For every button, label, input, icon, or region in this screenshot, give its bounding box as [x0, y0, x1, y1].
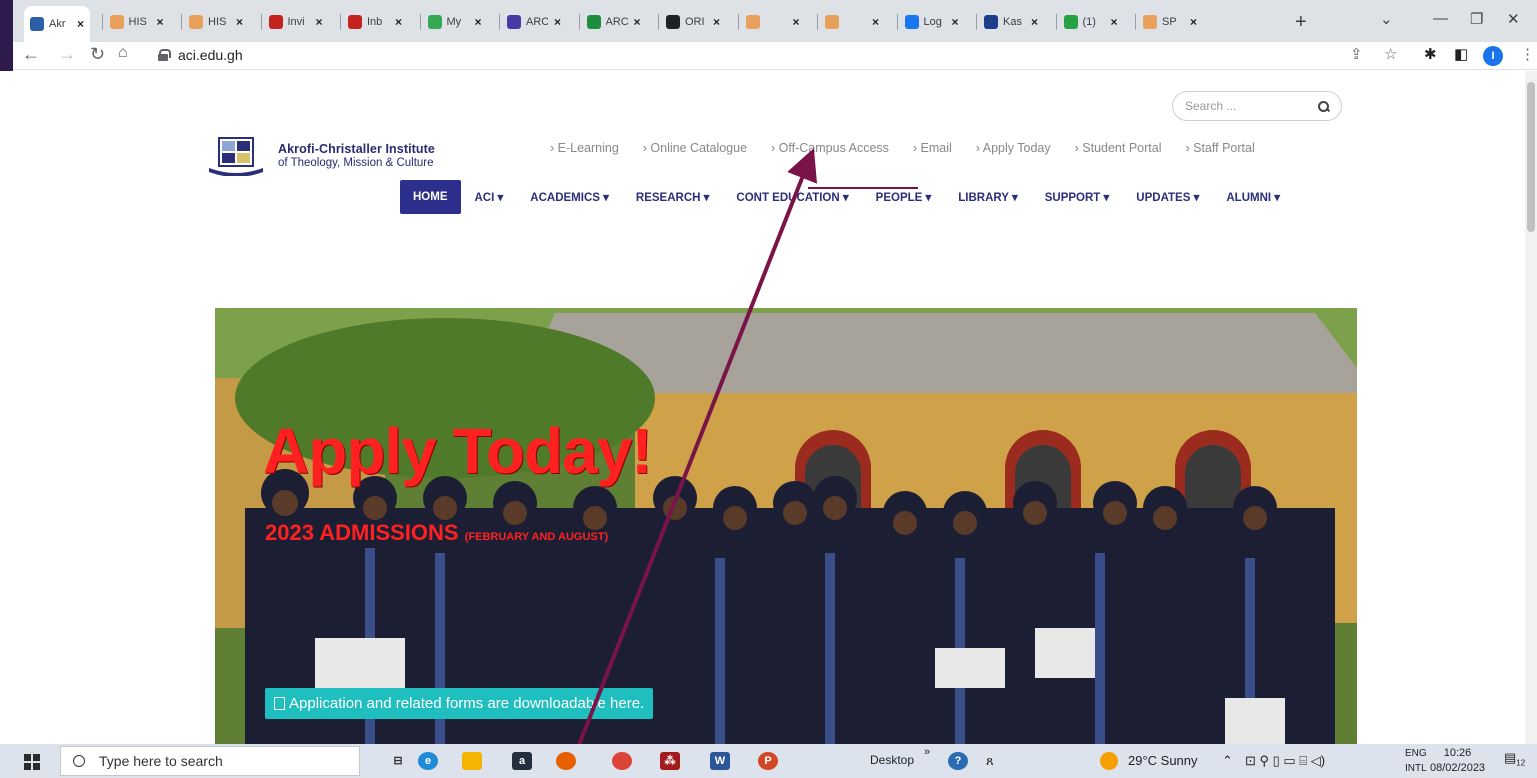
notification-count: 12 — [1516, 758, 1526, 768]
screen: Akr × HIS × HIS × Invi × Inb × My × ARC × ARC × ORI × × × Lo… — [0, 0, 1537, 778]
clock-date: 08/02/2023 — [1430, 762, 1486, 774]
lang-line-2: INTL — [1405, 763, 1427, 774]
firefox-icon[interactable] — [556, 752, 576, 770]
app-red-icon[interactable]: ⁂ — [660, 752, 680, 770]
show-hidden-icons-chevron[interactable]: ⌃ — [1222, 753, 1233, 769]
people-icon[interactable]: ጸ — [986, 753, 994, 769]
search-icon — [73, 755, 85, 767]
windows-taskbar: Type here to search ⊟ e a ⁂ W P Desktop … — [0, 744, 1537, 778]
system-clock[interactable]: 10:26 08/02/2023 — [1430, 746, 1485, 776]
word-icon[interactable]: W — [710, 752, 730, 770]
tray-icons[interactable]: ⊡ ⚲ ▯ ▭ ⌸ ◁) — [1245, 753, 1325, 769]
windows-start-icon[interactable] — [24, 754, 40, 770]
toolbar-expand-icon[interactable]: » — [924, 746, 930, 758]
taskbar-search-box[interactable]: Type here to search — [60, 746, 360, 776]
chrome-icon[interactable] — [612, 752, 632, 770]
annotation-arrow — [564, 148, 818, 778]
weather-sun-icon — [1100, 752, 1118, 770]
help-icon[interactable]: ? — [948, 752, 968, 770]
desktop-toolbar[interactable]: Desktop — [870, 753, 914, 767]
task-view-icon[interactable]: ⊟ — [388, 752, 408, 770]
powerpoint-icon[interactable]: P — [758, 752, 778, 770]
taskbar-search-placeholder: Type here to search — [99, 753, 223, 769]
weather-text[interactable]: 29°C Sunny — [1128, 753, 1198, 768]
amazon-icon[interactable]: a — [512, 752, 532, 770]
file-explorer-icon[interactable] — [462, 752, 482, 770]
clock-time: 10:26 — [1443, 747, 1472, 759]
input-language[interactable]: ENG INTL — [1405, 746, 1427, 776]
edge-icon[interactable]: e — [418, 752, 438, 770]
lang-line-1: ENG — [1405, 748, 1427, 759]
notification-center-icon[interactable]: ▤12 — [1504, 750, 1525, 768]
